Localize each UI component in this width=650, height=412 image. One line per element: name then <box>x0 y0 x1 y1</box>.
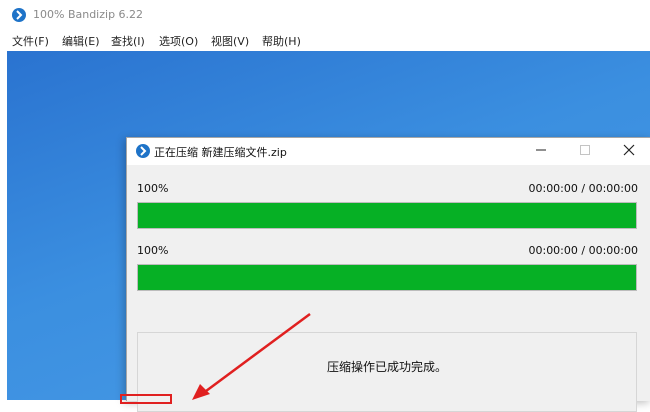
annotation-arrow <box>192 312 311 400</box>
annotation-highlight-box <box>120 394 172 404</box>
